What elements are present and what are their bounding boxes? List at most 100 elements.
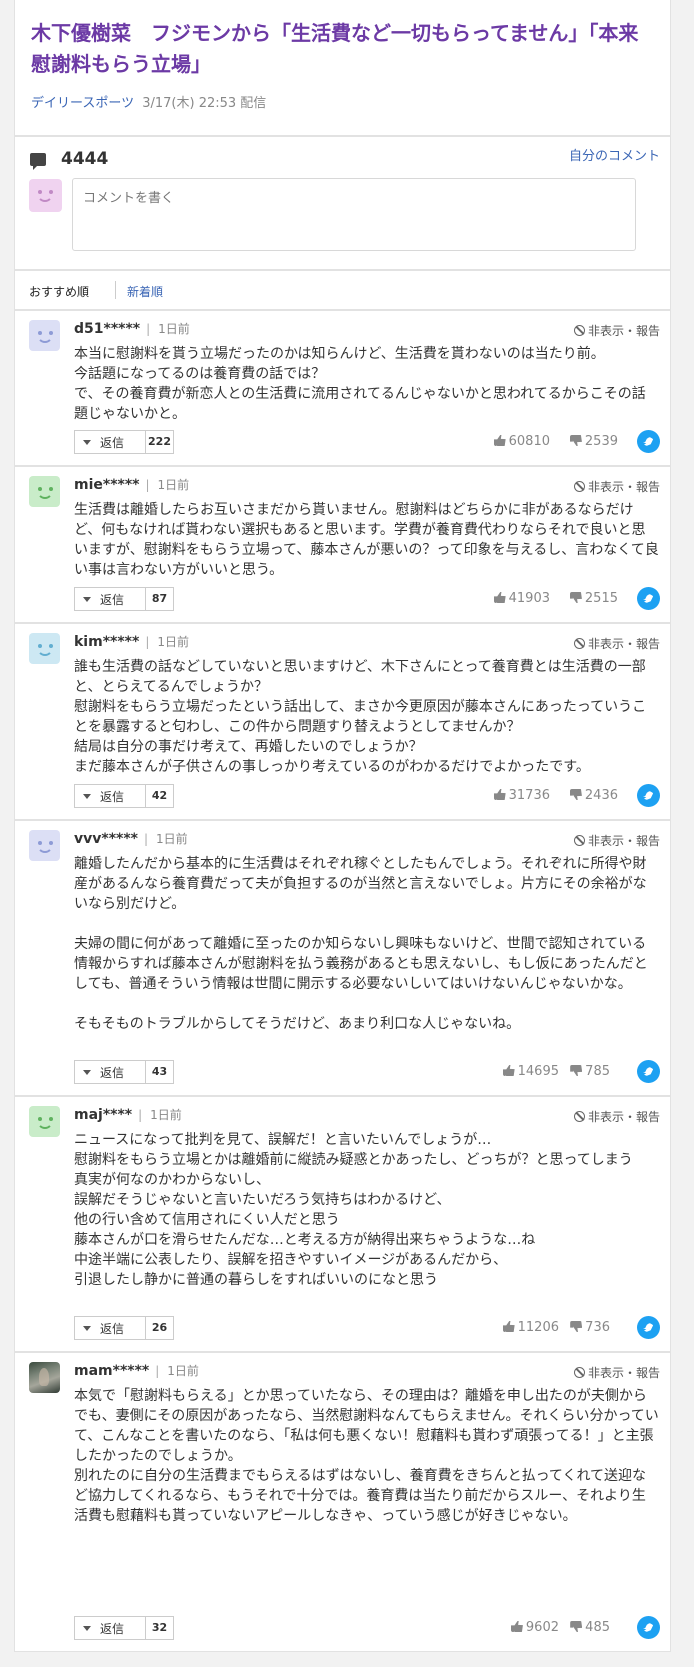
reply-toggle-button[interactable]: 返信 [74, 587, 146, 611]
dislike-button[interactable]: 2436 [569, 788, 618, 803]
dislike-count: 485 [585, 1620, 610, 1635]
reply-label: 返信 [100, 789, 125, 804]
comment-body: 本気で「慰謝料もらえる」とか思っていたなら、その理由は？離婚を申し出たのが夫側か… [74, 1388, 659, 1524]
thumbs-up-icon [510, 1621, 523, 1632]
dislike-button[interactable]: 785 [570, 1064, 610, 1079]
caret-down-icon [83, 1325, 91, 1331]
like-button[interactable]: 11206 [502, 1320, 559, 1335]
report-button[interactable]: 非表示・報告 [573, 478, 660, 495]
commenter-avatar [29, 320, 60, 351]
commenter-username[interactable]: vvv***** [74, 831, 138, 847]
comment-body: 離婚したんだから基本的に生活費はそれぞれ稼ぐとしたもんでしょう。それぞれに所得や… [74, 856, 648, 1032]
reply-count: 32 [146, 1616, 174, 1640]
comment-input[interactable] [72, 178, 636, 251]
commenter-username[interactable]: d51***** [74, 321, 140, 337]
my-comments-link[interactable]: 自分のコメント [569, 145, 660, 164]
ban-icon [573, 1367, 585, 1378]
report-label: 非表示・報告 [587, 637, 660, 651]
caret-down-icon [83, 793, 91, 799]
commenter-username[interactable]: maj**** [74, 1107, 132, 1123]
ban-icon [573, 1111, 585, 1122]
comment-item: kim***** 1日前 非表示・報告 誰も生活費の話などしていないと思いますけど… [14, 623, 671, 820]
sort-recommended-tab[interactable]: おすすめ順 [29, 283, 89, 300]
commenter-avatar [29, 1362, 60, 1393]
reply-count: 43 [146, 1060, 174, 1084]
dislike-count: 2436 [584, 788, 618, 803]
comment-date: 1日前 [145, 635, 189, 649]
ban-icon [573, 481, 585, 492]
reply-toggle-button[interactable]: 返信 [74, 1316, 146, 1340]
twitter-share-icon[interactable] [637, 1316, 660, 1339]
report-label: 非表示・報告 [587, 480, 660, 494]
thumbs-down-icon [569, 435, 582, 446]
ban-icon [573, 325, 585, 336]
comment-date: 1日前 [155, 1364, 199, 1378]
ban-icon [573, 638, 585, 649]
like-button[interactable]: 60810 [493, 434, 550, 449]
like-count: 11206 [517, 1320, 559, 1335]
commenter-name[interactable]: d51***** 1日前 [74, 320, 190, 337]
dislike-button[interactable]: 2539 [569, 434, 618, 449]
thumbs-up-icon [493, 435, 506, 446]
report-button[interactable]: 非表示・報告 [573, 322, 660, 339]
commenter-name[interactable]: maj**** 1日前 [74, 1106, 182, 1123]
commenter-username[interactable]: kim***** [74, 634, 139, 650]
commenter-name[interactable]: vvv***** 1日前 [74, 830, 188, 847]
caret-down-icon [83, 596, 91, 602]
twitter-share-icon[interactable] [637, 1616, 660, 1639]
reply-toggle-button[interactable]: 返信 [74, 430, 146, 454]
thumbs-down-icon [570, 1065, 583, 1076]
comment-body: ニュースになって批判を見て、誤解だ！と言いたいんでしょうが… 慰謝料をもらう立場… [74, 1132, 633, 1288]
commenter-username[interactable]: mam***** [74, 1363, 149, 1379]
comment-body: 生活費は離婚したらお互いさまだから貰いません。慰謝料はどちらかに非があるならだけ… [74, 502, 659, 578]
commenter-name[interactable]: mam***** 1日前 [74, 1362, 199, 1379]
commenter-name[interactable]: kim***** 1日前 [74, 633, 189, 650]
comment-date: 1日前 [138, 1108, 182, 1122]
commenter-avatar [29, 476, 60, 507]
like-button[interactable]: 9602 [510, 1620, 559, 1635]
comment-item: mam***** 1日前 非表示・報告 本気で「慰謝料もらえる」とか思っていたなら… [14, 1352, 671, 1652]
caret-down-icon [83, 1625, 91, 1631]
caret-down-icon [83, 439, 91, 445]
twitter-share-icon[interactable] [637, 1060, 660, 1083]
like-button[interactable]: 14695 [502, 1064, 559, 1079]
like-count: 41903 [508, 591, 550, 606]
article-source-link[interactable]: デイリースポーツ [31, 96, 134, 111]
report-button[interactable]: 非表示・報告 [573, 635, 660, 652]
comment-count: 4444 [61, 149, 109, 169]
comment-date: 1日前 [146, 478, 190, 492]
dislike-button[interactable]: 736 [570, 1320, 610, 1335]
twitter-share-icon[interactable] [637, 587, 660, 610]
comment-box: 4444 自分のコメント [14, 136, 671, 270]
commenter-username[interactable]: mie***** [74, 477, 140, 493]
twitter-share-icon[interactable] [637, 430, 660, 453]
report-label: 非表示・報告 [587, 834, 660, 848]
thumbs-up-icon [502, 1065, 515, 1076]
reply-count: 26 [146, 1316, 174, 1340]
report-button[interactable]: 非表示・報告 [573, 1364, 660, 1381]
reply-count: 222 [146, 430, 174, 454]
comment-item: vvv***** 1日前 非表示・報告 離婚したんだから基本的に生活費はそれぞれ稼… [14, 820, 671, 1096]
dislike-button[interactable]: 2515 [569, 591, 618, 606]
twitter-share-icon[interactable] [637, 784, 660, 807]
thumbs-down-icon [570, 1621, 583, 1632]
commenter-name[interactable]: mie***** 1日前 [74, 476, 189, 493]
reply-toggle-button[interactable]: 返信 [74, 784, 146, 808]
reply-toggle-button[interactable]: 返信 [74, 1616, 146, 1640]
reply-toggle-button[interactable]: 返信 [74, 1060, 146, 1084]
comment-item: maj**** 1日前 非表示・報告 ニュースになって批判を見て、誤解だ！と言いた… [14, 1096, 671, 1352]
dislike-count: 785 [585, 1064, 610, 1079]
thumbs-up-icon [493, 592, 506, 603]
comment-date: 1日前 [144, 832, 188, 846]
comment-bubble-icon [30, 153, 46, 170]
like-button[interactable]: 41903 [493, 591, 550, 606]
like-count: 14695 [517, 1064, 559, 1079]
reply-label: 返信 [100, 592, 125, 607]
dislike-button[interactable]: 485 [570, 1620, 610, 1635]
report-button[interactable]: 非表示・報告 [573, 1108, 660, 1125]
like-button[interactable]: 31736 [493, 788, 550, 803]
thumbs-up-icon [502, 1321, 515, 1332]
sort-newest-tab[interactable]: 新着順 [127, 283, 163, 300]
report-button[interactable]: 非表示・報告 [573, 832, 660, 849]
ban-icon [573, 835, 585, 846]
